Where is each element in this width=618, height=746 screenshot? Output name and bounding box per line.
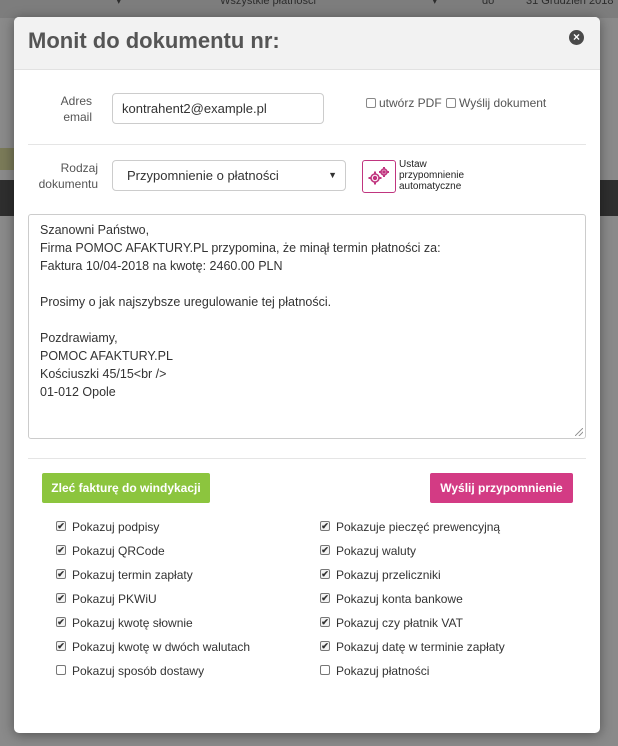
message-line: Faktura 10/04-2018 na kwotę: 2460.00 PLN (40, 259, 283, 273)
option-label: Pokazuj PKWiU (72, 592, 157, 606)
option-label: Pokazuj kwotę w dwóch walutach (72, 640, 251, 654)
background-select-caret: ▾ (116, 0, 122, 7)
background-to-label: do (482, 0, 495, 7)
doctype-label-line2: dokumentu (38, 177, 98, 191)
message-line: POMOC AFAKTURY.PL (40, 349, 173, 363)
checkmark-icon[interactable]: ✔ (320, 593, 330, 603)
checkmark-icon[interactable]: ✔ (56, 545, 66, 555)
divider (28, 144, 586, 145)
option-label: Pokazuj kwotę słownie (72, 616, 193, 630)
auto-reminder-label-line1: Ustaw (399, 159, 427, 170)
message-line: Prosimy o jak najszybsze uregulowanie te… (40, 295, 332, 309)
option-label: Pokazuj sposób dostawy (72, 664, 205, 678)
send-document-checkbox[interactable] (446, 98, 456, 108)
message-line (40, 275, 574, 293)
message-line: Firma POMOC AFAKTURY.PL przypomina, że m… (40, 241, 441, 255)
background-payments-select: Wszystkie płatności (220, 0, 316, 7)
close-icon[interactable]: × (569, 30, 584, 45)
message-line (40, 311, 574, 329)
checkmark-icon[interactable]: ✔ (320, 545, 330, 555)
email-label: Adres email (44, 93, 92, 125)
resize-handle[interactable] (575, 428, 583, 436)
checkmark-icon[interactable]: ✔ (320, 569, 330, 579)
modal-header: Monit do dokumentu nr: × (14, 17, 600, 70)
doctype-select[interactable]: Przypomnienie o płatności ▼ (112, 160, 346, 191)
send-document-label: Wyślij dokument (459, 96, 547, 110)
option-label: Pokazuj termin zapłaty (72, 568, 193, 582)
send-to-collection-button[interactable]: Zleć fakturę do windykacji (42, 473, 210, 503)
email-field[interactable]: kontrahent2@example.pl (112, 93, 324, 124)
create-pdf-option[interactable]: utwórz PDF (366, 96, 442, 110)
option-label: Pokazuj konta bankowe (336, 592, 463, 606)
chevron-down-icon: ▼ (328, 170, 337, 180)
option-label: Pokazuj przeliczniki (336, 568, 441, 582)
checkmark-icon[interactable]: ✔ (56, 569, 66, 579)
checkmark-icon[interactable]: ✔ (320, 641, 330, 651)
message-line: 01-012 Opole (40, 385, 116, 399)
message-line: Pozdrawiamy, (40, 331, 118, 345)
auto-reminder-button[interactable] (362, 160, 396, 193)
checkmark-icon[interactable]: ✔ (320, 617, 330, 627)
auto-reminder-label[interactable]: Ustaw przypomnienie automatyczne (399, 159, 479, 192)
email-label-line2: email (63, 110, 92, 124)
option-label: Pokazuj podpisy (72, 520, 160, 534)
option-label: Pokazuj datę w terminie zapłaty (336, 640, 505, 654)
background-band (0, 148, 14, 170)
background-date: 31 Grudzień 2018 (526, 0, 614, 7)
modal-title: Monit do dokumentu nr: (28, 28, 280, 53)
create-pdf-checkbox[interactable] (366, 98, 376, 108)
option-label: Pokazuj czy płatnik VAT (336, 616, 463, 630)
send-reminder-button[interactable]: Wyślij przypomnienie (430, 473, 573, 503)
option-label: Pokazuj QRCode (72, 544, 165, 558)
doctype-select-value: Przypomnienie o płatności (127, 168, 279, 183)
doctype-label: Rodzaj dokumentu (28, 160, 98, 192)
auto-reminder-label-line2: przypomnienie (399, 170, 465, 181)
option-label: Pokazuje pieczęć prewencyjną (336, 520, 501, 534)
checkmark-icon[interactable]: ✔ (56, 641, 66, 651)
option-label: Pokazuj płatności (336, 664, 430, 678)
create-pdf-label: utwórz PDF (379, 96, 442, 110)
checkbox[interactable] (320, 665, 330, 675)
doctype-label-line1: Rodzaj (60, 161, 98, 175)
gears-icon (368, 167, 389, 185)
checkmark-icon[interactable]: ✔ (56, 593, 66, 603)
option-label: Pokazuj waluty (336, 544, 417, 558)
reminder-modal: Monit do dokumentu nr: × Adres email kon… (14, 17, 600, 733)
message-line: Szanowni Państwo, (40, 223, 150, 237)
send-document-option[interactable]: Wyślij dokument (446, 96, 546, 110)
checkmark-icon[interactable]: ✔ (56, 521, 66, 531)
checkmark-icon[interactable]: ✔ (56, 617, 66, 627)
checkbox[interactable] (56, 665, 66, 675)
message-textarea[interactable]: Szanowni Państwo, Firma POMOC AFAKTURY.P… (28, 214, 586, 439)
email-label-line1: Adres (60, 94, 92, 108)
auto-reminder-label-line3: automatyczne (399, 181, 462, 192)
checkmark-icon[interactable]: ✔ (320, 521, 330, 531)
background-payments-caret: ▾ (432, 0, 438, 7)
divider (28, 458, 586, 459)
message-line: Kościuszki 45/15<br /> (40, 367, 167, 381)
